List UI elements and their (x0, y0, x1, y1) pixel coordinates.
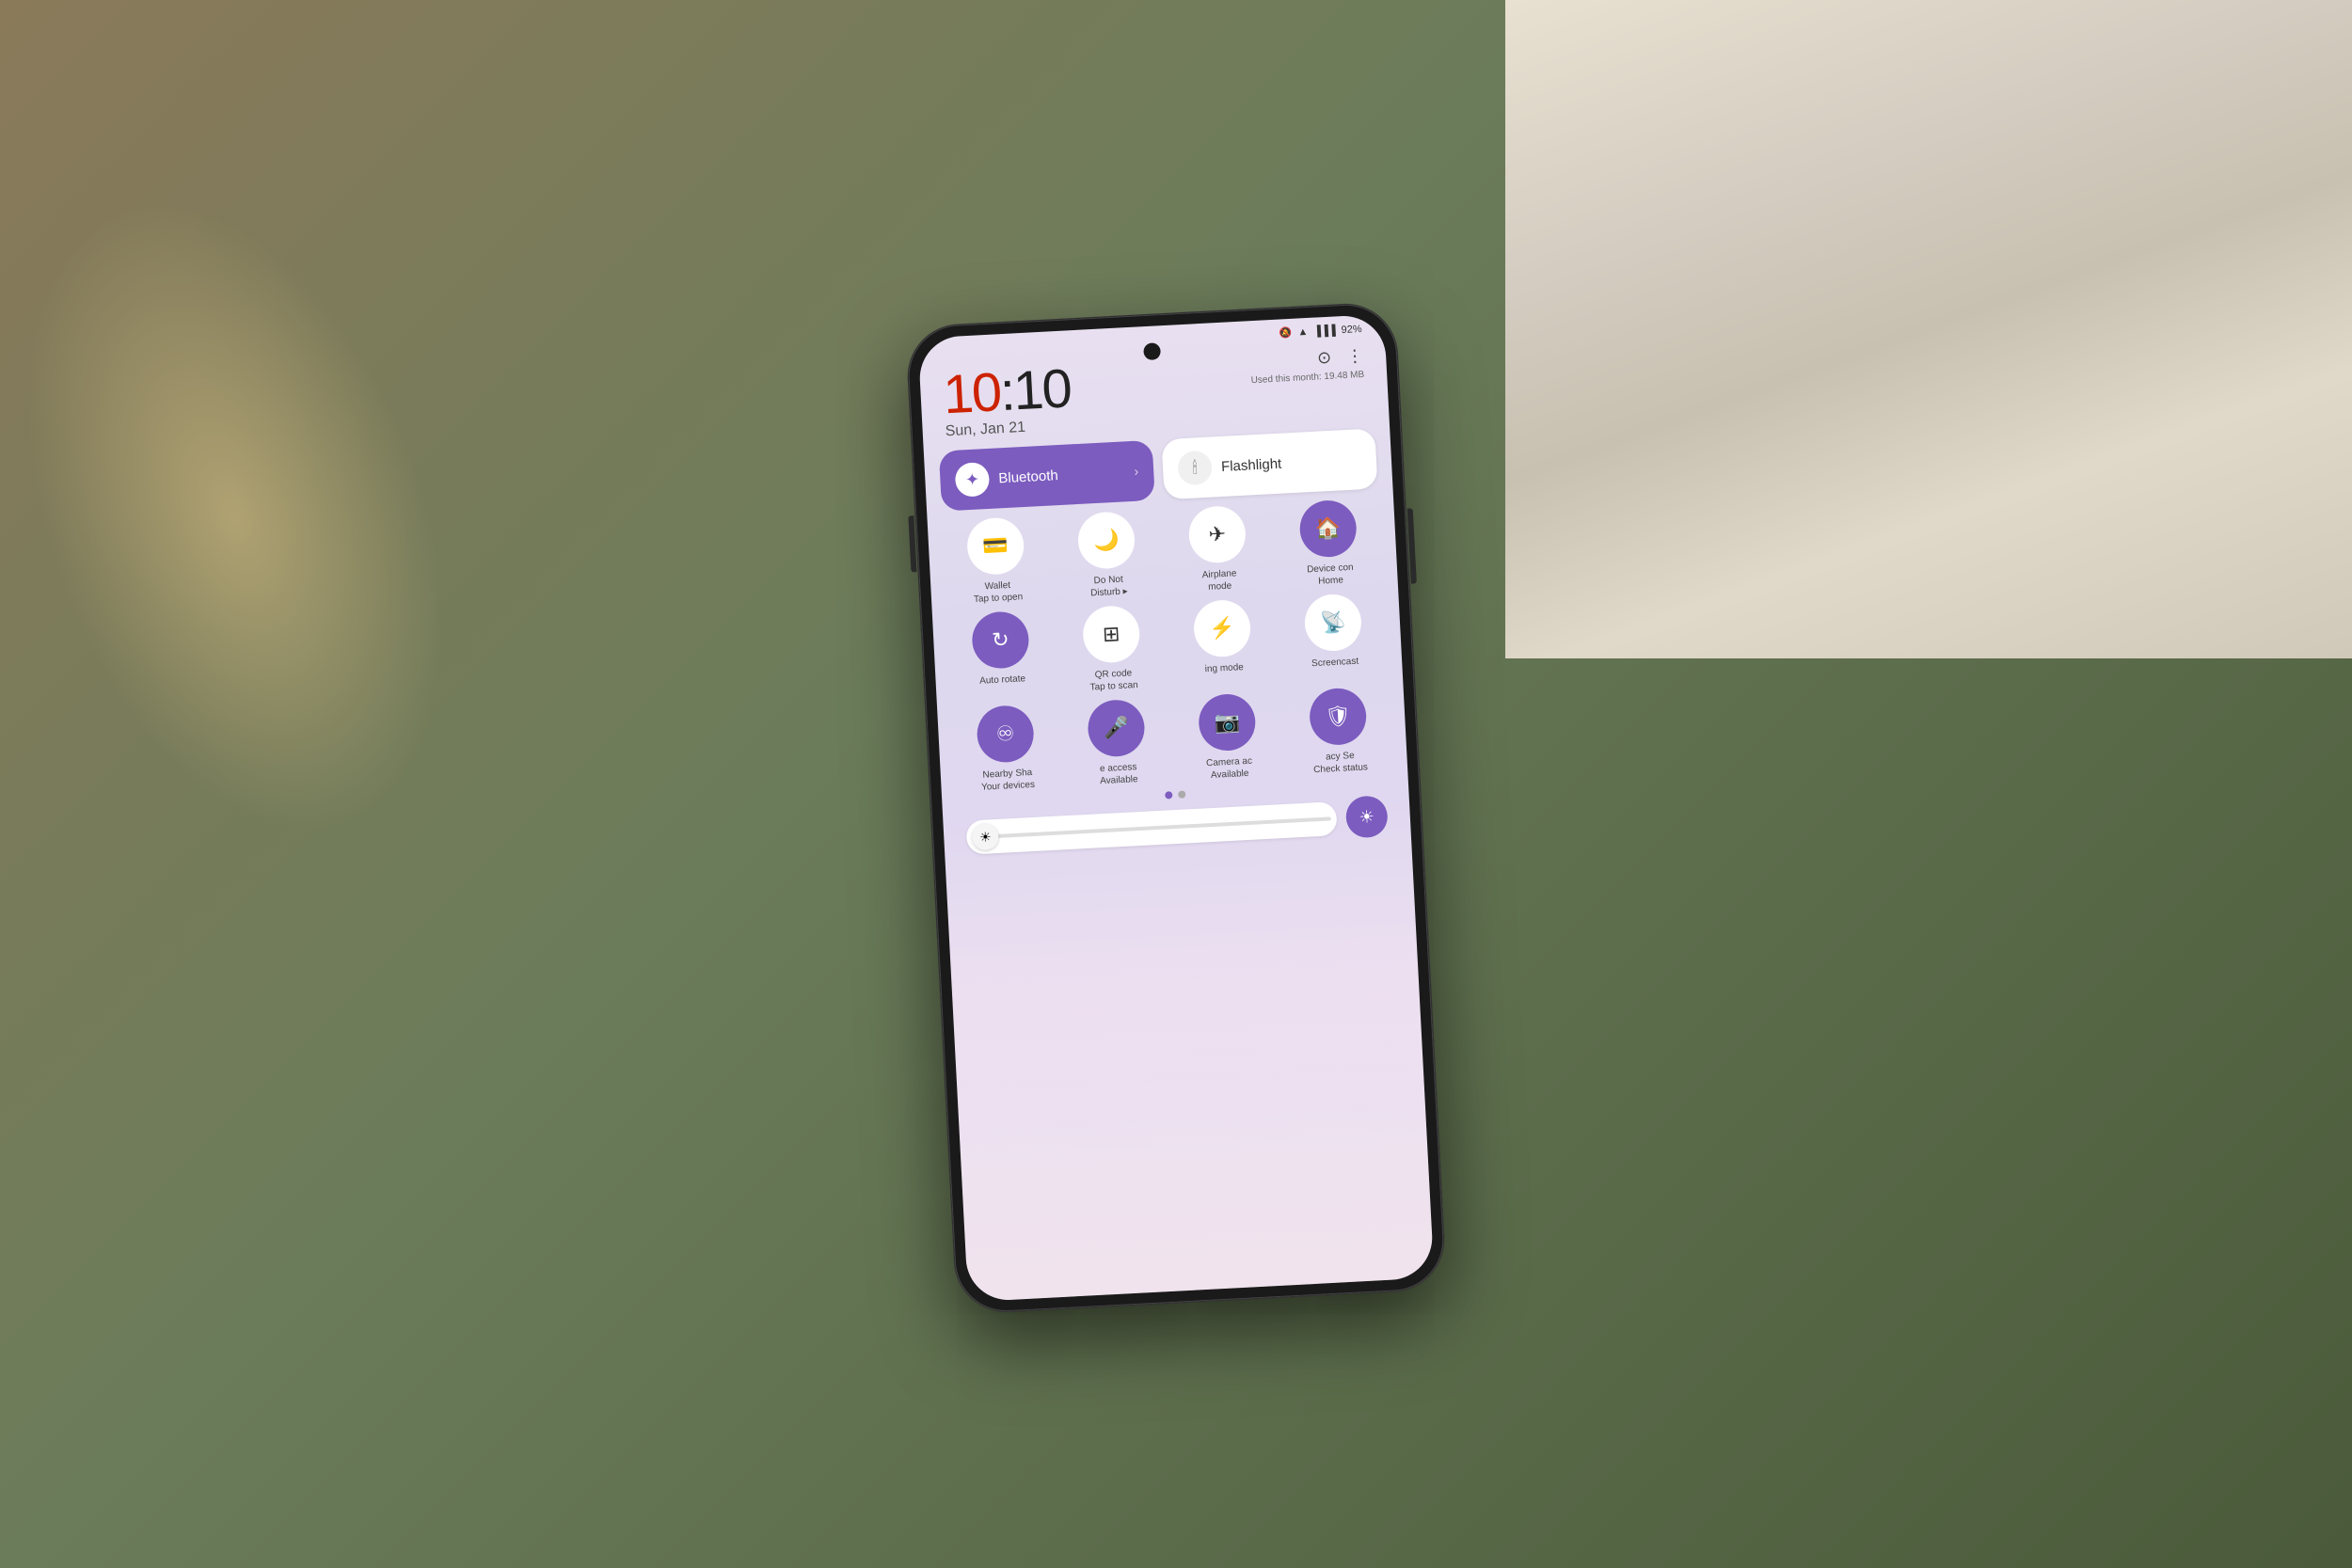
wallet-icon-circle: 💳 (966, 516, 1025, 576)
device-control-label: Device conHome (1307, 561, 1355, 588)
privacy-icon-circle: 🛡 (1309, 687, 1368, 746)
bluetooth-button[interactable]: ✦ Bluetooth › (939, 439, 1155, 511)
mic-access-toggle[interactable]: 🎤 e accessAvailable (1063, 697, 1171, 789)
wallpaper-overlay (951, 948, 1435, 1301)
qrcode-toggle[interactable]: ⊞ QR codeTap to scan (1058, 603, 1167, 695)
phone-wrapper: 🔕 ▲ ▐▐▐ 92% 10:10 Sun, Jan 21 ⊙ (906, 302, 1446, 1314)
header-icons: ⊙ ⋮ (1317, 345, 1364, 368)
nearby-share-toggle[interactable]: ♾ Nearby ShaYour devices (952, 703, 1060, 795)
data-usage-section: ⊙ ⋮ Used this month: 19.48 MB (1249, 345, 1364, 385)
camera-access-toggle[interactable]: 📷 Camera acAvailable (1174, 691, 1282, 784)
camera-access-label: Camera acAvailable (1206, 754, 1253, 782)
battery-percent: 92% (1341, 323, 1362, 335)
phone-device: 🔕 ▲ ▐▐▐ 92% 10:10 Sun, Jan 21 ⊙ (906, 302, 1446, 1314)
privacy-label: acy SeCheck status (1312, 749, 1368, 776)
wallet-toggle[interactable]: 💳 WalletTap to open (943, 515, 1051, 607)
airplane-label: Airplanemode (1201, 567, 1237, 594)
menu-icon[interactable]: ⋮ (1346, 345, 1364, 366)
wood-plank (1505, 0, 2352, 658)
wallet-label: WalletTap to open (973, 578, 1024, 606)
auto-brightness-button[interactable]: ☀ (1345, 795, 1389, 838)
screencast-toggle[interactable]: 📡 Screencast (1279, 592, 1388, 684)
autorotate-toggle[interactable]: ↻ Auto rotate (947, 609, 1056, 701)
wifi-icon: ▲ (1297, 325, 1309, 338)
device-control-toggle[interactable]: 🏠 Device conHome (1275, 498, 1383, 590)
mic-access-icon-circle: 🎤 (1087, 698, 1146, 757)
time-display: 10:10 Sun, Jan 21 (942, 361, 1073, 439)
autorotate-icon-circle: ↻ (971, 610, 1030, 669)
screencast-label: Screencast (1311, 655, 1359, 670)
autorotate-label: Auto rotate (979, 673, 1026, 688)
privacy-toggle[interactable]: 🛡 acy SeCheck status (1285, 686, 1393, 778)
mute-icon: 🔕 (1279, 325, 1292, 339)
auto-brightness-icon: ☀ (1359, 806, 1375, 827)
camera-icon[interactable]: ⊙ (1317, 347, 1332, 368)
toggle-grid-row2: ↻ Auto rotate ⊞ QR codeTap to scan ⚡ ing… (947, 592, 1388, 701)
dot-2 (1178, 790, 1185, 798)
signal-icon: ▐▐▐ (1313, 324, 1336, 336)
hour-text: 10 (942, 361, 1002, 425)
phone-screen: 🔕 ▲ ▐▐▐ 92% 10:10 Sun, Jan 21 ⊙ (917, 313, 1434, 1302)
brightness-thumb-icon: ☀ (972, 822, 999, 849)
airplane-icon-circle: ✈ (1187, 504, 1247, 563)
data-usage-text: Used this month: 19.48 MB (1250, 369, 1364, 385)
qrcode-icon-circle: ⊞ (1082, 604, 1141, 663)
charging-icon-circle: ⚡ (1193, 598, 1252, 657)
nearby-share-icon-circle: ♾ (976, 704, 1035, 763)
camera-dot (1143, 342, 1161, 360)
dnd-label: Do NotDisturb ▸ (1089, 573, 1128, 599)
quick-settings-panel: ✦ Bluetooth › 🕯 Flashlight 💳 WalletTap t… (923, 420, 1411, 866)
airplane-toggle[interactable]: ✈ Airplanemode (1164, 503, 1272, 595)
toggle-grid-row1: 💳 WalletTap to open 🌙 Do NotDisturb ▸ ✈ … (943, 498, 1383, 607)
top-buttons-row: ✦ Bluetooth › 🕯 Flashlight (939, 428, 1378, 511)
bluetooth-icon: ✦ (955, 461, 991, 497)
flashlight-label: Flashlight (1221, 455, 1282, 474)
camera-access-icon-circle: 📷 (1198, 692, 1257, 752)
time-colon: :10 (998, 357, 1072, 422)
charging-toggle[interactable]: ⚡ ing mode (1169, 597, 1278, 689)
nearby-share-label: Nearby ShaYour devices (980, 766, 1035, 793)
dnd-icon-circle: 🌙 (1076, 510, 1136, 569)
brightness-track (972, 816, 1331, 839)
device-control-icon-circle: 🏠 (1298, 499, 1358, 558)
screencast-icon-circle: 📡 (1303, 593, 1362, 652)
mic-access-label: e accessAvailable (1099, 761, 1138, 787)
bluetooth-arrow: › (1134, 463, 1139, 478)
dnd-toggle[interactable]: 🌙 Do NotDisturb ▸ (1054, 509, 1162, 601)
time-text: 10:10 (942, 361, 1072, 422)
status-right: 🔕 ▲ ▐▐▐ 92% (1279, 322, 1362, 339)
flashlight-button[interactable]: 🕯 Flashlight (1161, 428, 1377, 499)
flashlight-icon: 🕯 (1177, 450, 1213, 485)
brightness-slider[interactable]: ☀ (965, 801, 1337, 855)
bluetooth-label: Bluetooth (998, 463, 1125, 485)
qrcode-label: QR codeTap to scan (1089, 666, 1138, 693)
charging-label: ing mode (1204, 661, 1244, 675)
toggle-grid-row3: ♾ Nearby ShaYour devices 🎤 e accessAvail… (952, 686, 1392, 795)
dot-1 (1165, 791, 1172, 799)
